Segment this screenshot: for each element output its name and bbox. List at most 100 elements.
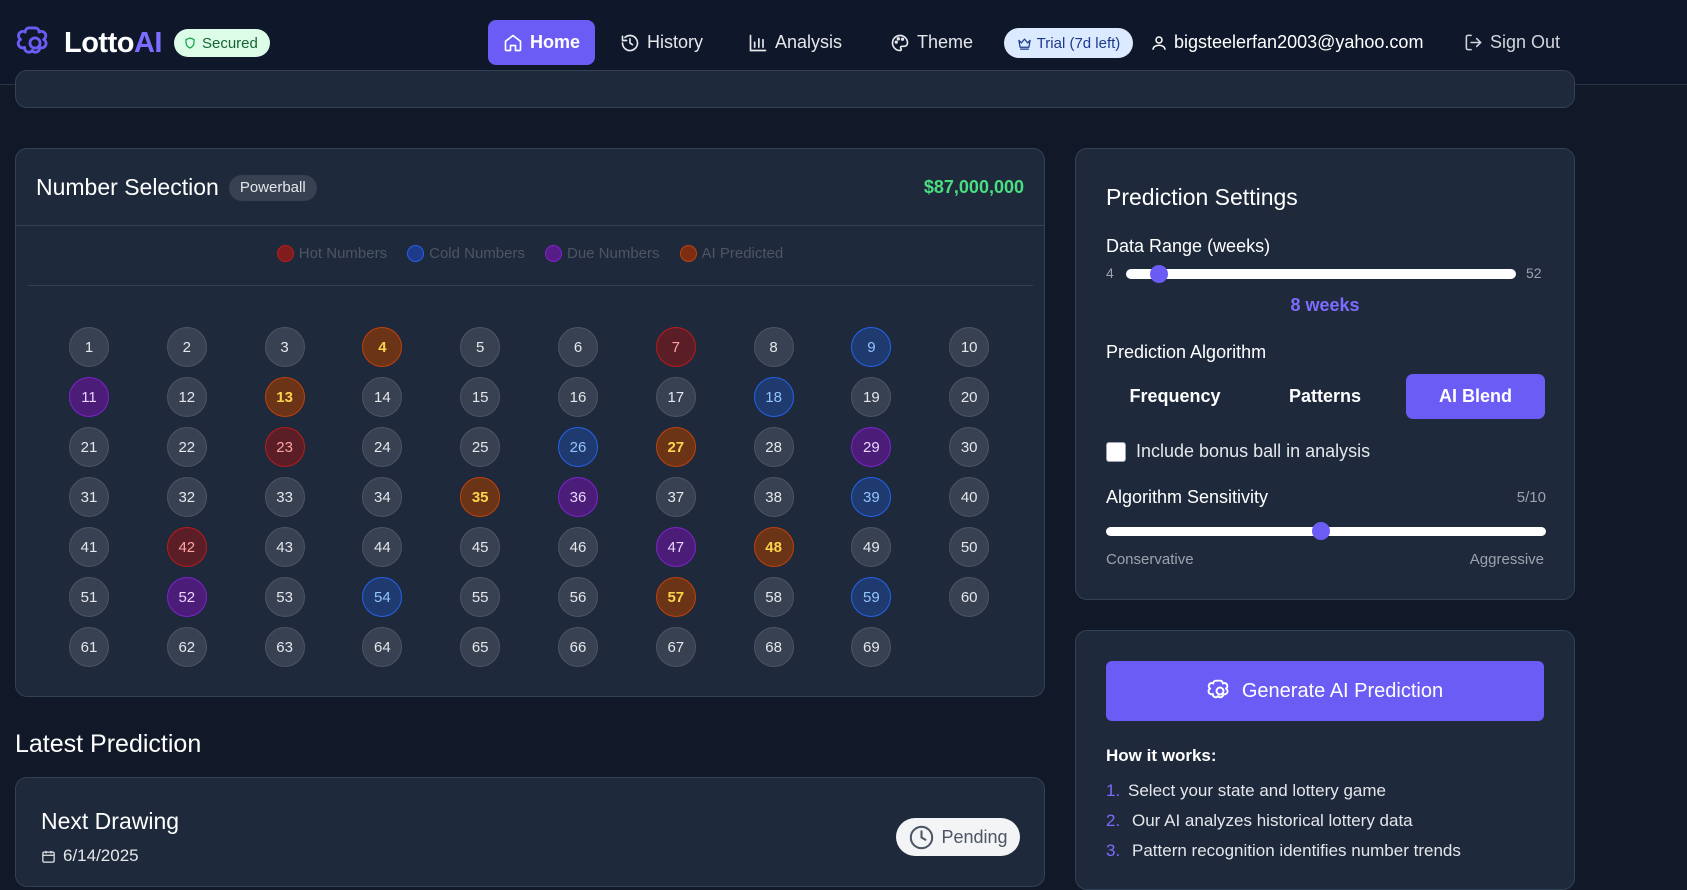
data-range-slider-track[interactable] [1126, 269, 1516, 279]
number-ball-46[interactable]: 46 [558, 527, 598, 567]
number-ball-27[interactable]: 27 [655, 427, 696, 467]
number-ball-38[interactable]: 38 [753, 477, 794, 517]
number-ball-9[interactable]: 9 [851, 327, 892, 367]
sensitivity-slider-thumb[interactable] [1312, 522, 1330, 540]
number-ball-35[interactable]: 35 [460, 477, 501, 517]
nav-history[interactable]: History [620, 20, 703, 65]
number-ball-60[interactable]: 60 [949, 577, 990, 617]
top-card-stub [15, 70, 1575, 108]
number-ball-8[interactable]: 8 [753, 327, 794, 367]
brand[interactable]: LottoAI Secured [16, 24, 270, 62]
generate-prediction-button[interactable]: Generate AI Prediction [1106, 661, 1544, 721]
number-ball-62[interactable]: 62 [166, 627, 207, 667]
nav-home[interactable]: Home [488, 20, 595, 65]
nav-theme[interactable]: Theme [890, 20, 973, 65]
secured-badge: Secured [173, 29, 270, 57]
number-ball-22[interactable]: 22 [166, 427, 207, 467]
number-ball-37[interactable]: 37 [655, 477, 696, 517]
number-ball-68[interactable]: 68 [753, 627, 794, 667]
number-ball-47[interactable]: 47 [655, 527, 696, 567]
number-ball-59[interactable]: 59 [851, 577, 892, 617]
number-ball-51[interactable]: 51 [69, 577, 109, 617]
number-ball-41[interactable]: 41 [69, 527, 109, 567]
number-ball-65[interactable]: 65 [460, 627, 501, 667]
number-ball-43[interactable]: 43 [264, 527, 305, 567]
number-ball-40[interactable]: 40 [949, 477, 990, 517]
number-ball-45[interactable]: 45 [460, 527, 501, 567]
number-ball-34[interactable]: 34 [362, 477, 403, 517]
bonus-ball-label[interactable]: Include bonus ball in analysis [1136, 441, 1370, 462]
legend-item: Hot Numbers [276, 245, 387, 262]
algorithm-frequency-button[interactable]: Frequency [1106, 374, 1244, 419]
number-ball-64[interactable]: 64 [362, 627, 403, 667]
number-ball-5[interactable]: 5 [460, 327, 501, 367]
number-ball-54[interactable]: 54 [362, 577, 403, 617]
number-ball-24[interactable]: 24 [362, 427, 403, 467]
number-ball-7[interactable]: 7 [655, 327, 696, 367]
jackpot-amount: $87,000,000 [923, 177, 1024, 197]
number-ball-57[interactable]: 57 [655, 577, 696, 617]
number-ball-61[interactable]: 61 [69, 627, 109, 667]
step-number: 1. [1106, 781, 1121, 800]
sign-out-label: Sign Out [1490, 32, 1561, 52]
number-ball-25[interactable]: 25 [460, 427, 501, 467]
how-it-works-title: How it works: [1106, 746, 1217, 765]
number-ball-13[interactable]: 13 [264, 377, 305, 417]
number-ball-6[interactable]: 6 [558, 327, 598, 367]
number-ball-23[interactable]: 23 [264, 427, 305, 467]
algorithm-ai-blend-button[interactable]: AI Blend [1406, 374, 1545, 419]
number-ball-55[interactable]: 55 [460, 577, 501, 617]
number-ball-11[interactable]: 11 [69, 377, 109, 417]
user-account[interactable]: bigsteelerfan2003@yahoo.com [1150, 20, 1423, 65]
trial-badge[interactable]: Trial (7d left) [1004, 28, 1133, 58]
number-ball-44[interactable]: 44 [362, 527, 403, 567]
nav-analysis[interactable]: Analysis [748, 20, 842, 65]
number-ball-26[interactable]: 26 [558, 427, 598, 467]
number-ball-58[interactable]: 58 [753, 577, 794, 617]
number-ball-49[interactable]: 49 [851, 527, 892, 567]
number-ball-56[interactable]: 56 [558, 577, 598, 617]
ai-brain-icon [1207, 679, 1229, 699]
number-ball-48[interactable]: 48 [753, 527, 794, 567]
number-ball-16[interactable]: 16 [558, 377, 598, 417]
number-ball-30[interactable]: 30 [949, 427, 990, 467]
number-ball-42[interactable]: 42 [166, 527, 207, 567]
number-ball-2[interactable]: 2 [166, 327, 207, 367]
number-ball-14[interactable]: 14 [362, 377, 403, 417]
number-ball-20[interactable]: 20 [949, 377, 990, 417]
number-ball-33[interactable]: 33 [264, 477, 305, 517]
divider [16, 225, 1044, 226]
number-ball-17[interactable]: 17 [655, 377, 696, 417]
number-ball-67[interactable]: 67 [655, 627, 696, 667]
number-ball-19[interactable]: 19 [851, 377, 892, 417]
number-ball-10[interactable]: 10 [949, 327, 990, 367]
range-min-label: 4 [1106, 265, 1114, 281]
number-ball-29[interactable]: 29 [851, 427, 892, 467]
number-ball-66[interactable]: 66 [558, 627, 598, 667]
number-ball-53[interactable]: 53 [264, 577, 305, 617]
number-ball-3[interactable]: 3 [264, 327, 305, 367]
number-ball-15[interactable]: 15 [460, 377, 501, 417]
number-ball-50[interactable]: 50 [949, 527, 990, 567]
number-ball-4[interactable]: 4 [362, 327, 403, 367]
number-ball-52[interactable]: 52 [166, 577, 207, 617]
number-ball-28[interactable]: 28 [753, 427, 794, 467]
number-ball-18[interactable]: 18 [753, 377, 794, 417]
number-ball-12[interactable]: 12 [166, 377, 207, 417]
prediction-settings-card: Prediction Settings Data Range (weeks) 4… [1075, 148, 1575, 600]
number-ball-69[interactable]: 69 [851, 627, 892, 667]
number-ball-63[interactable]: 63 [264, 627, 305, 667]
algorithm-patterns-button[interactable]: Patterns [1256, 374, 1394, 419]
data-range-slider-thumb[interactable] [1149, 265, 1168, 283]
number-ball-31[interactable]: 31 [69, 477, 109, 517]
number-ball-1[interactable]: 1 [69, 327, 109, 367]
sign-out-button[interactable]: Sign Out [1464, 20, 1560, 65]
number-ball-36[interactable]: 36 [558, 477, 598, 517]
number-ball-39[interactable]: 39 [851, 477, 892, 517]
bonus-ball-checkbox[interactable] [1106, 442, 1126, 462]
number-ball-21[interactable]: 21 [69, 427, 109, 467]
nav-history-label: History [647, 32, 704, 52]
number-ball-32[interactable]: 32 [166, 477, 207, 517]
secured-label: Secured [201, 34, 258, 52]
number-selection-title: Number Selection [36, 174, 219, 200]
